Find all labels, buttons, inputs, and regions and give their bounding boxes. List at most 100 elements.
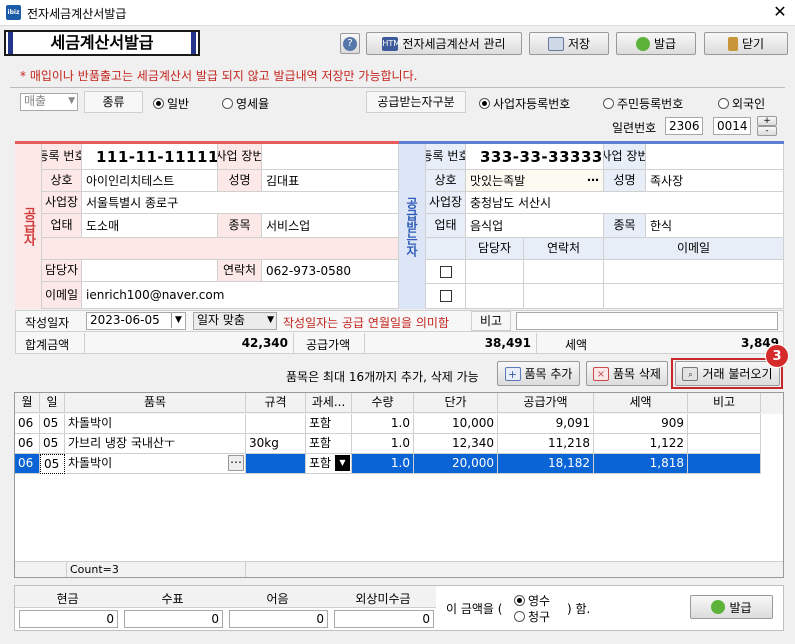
bottom-issue-button[interactable]: 발급 <box>690 595 773 619</box>
recipient-contact-2[interactable] <box>524 284 604 309</box>
write-date-value: 2023-06-05 <box>90 313 160 327</box>
serial-spin-up[interactable]: + <box>757 116 777 126</box>
recipient-radio-resident[interactable]: 주민등록번호 <box>603 95 683 112</box>
recipient-contact-1[interactable] <box>524 260 604 284</box>
cell-tax-type[interactable]: 포함 <box>306 414 352 434</box>
recipient-contact-row[interactable] <box>426 260 466 284</box>
write-date-label: 작성일자 <box>25 316 70 330</box>
chevron-down-icon[interactable]: ▼ <box>335 455 350 471</box>
serial-spin-down[interactable]: - <box>757 126 777 136</box>
cell-qty[interactable]: 1.0 <box>352 414 414 434</box>
tax-amount: 3,849 <box>741 336 779 350</box>
cell-memo[interactable] <box>688 414 761 434</box>
chevron-down-icon: ▼ <box>68 96 75 106</box>
col-tax[interactable]: 세액 <box>594 393 688 413</box>
check-input[interactable]: 0 <box>124 610 223 628</box>
recipient-manager-2[interactable] <box>466 284 524 309</box>
receipt-radio[interactable]: 영수 <box>514 592 550 609</box>
lookup-ellipsis-icon[interactable]: ⋯ <box>228 455 244 471</box>
cell-tax-type[interactable]: 포함 <box>306 434 352 454</box>
cell-unit-price[interactable]: 12,340 <box>414 434 498 454</box>
lookup-ellipsis-icon[interactable]: ⋯ <box>587 173 599 187</box>
col-memo[interactable]: 비고 <box>688 393 761 413</box>
col-month[interactable]: 월 <box>15 393 40 413</box>
delete-item-button[interactable]: × 품목 삭제 <box>586 361 668 386</box>
cell-tax[interactable]: 909 <box>594 414 688 434</box>
window-title-bar: ibiz 전자세금계산서발급 ✕ <box>0 0 795 26</box>
cell-month[interactable]: 06 <box>15 414 40 434</box>
recipient-manager-1[interactable] <box>466 260 524 284</box>
sale-type-select[interactable]: 매출 ▼ <box>20 93 78 111</box>
cell-day[interactable]: 05 <box>40 454 65 474</box>
recipient-email-2[interactable] <box>604 284 784 309</box>
cell-tax-type: 포함 <box>309 456 332 470</box>
row-count: Count=3 <box>66 562 246 577</box>
checkbox-icon[interactable] <box>439 265 452 278</box>
recipient-email-1[interactable] <box>604 260 784 284</box>
note-input[interactable]: 0 <box>229 610 328 628</box>
issue-button[interactable]: 발급 <box>616 32 696 55</box>
type-radio-general[interactable]: 일반 <box>153 95 189 112</box>
help-button[interactable]: ? <box>340 33 360 54</box>
supplier-business: 도소매 <box>82 214 218 238</box>
cell-tax[interactable]: 1,818 <box>594 454 688 474</box>
col-spec[interactable]: 규격 <box>246 393 306 413</box>
supplier-manager[interactable] <box>82 260 218 282</box>
cell-tax-type-select[interactable]: 포함 ▼ <box>306 454 352 474</box>
amount-prefix: 이 금액을 ( <box>446 602 503 616</box>
search-document-icon: ⌕ <box>682 366 699 381</box>
cell-unit-price[interactable]: 20,000 <box>414 454 498 474</box>
close-button[interactable]: 닫기 <box>704 32 788 55</box>
col-tax-type[interactable]: 과세... <box>306 393 352 413</box>
save-button[interactable]: 저장 <box>529 32 609 55</box>
cell-day[interactable]: 05 <box>40 414 65 434</box>
table-row-selected[interactable]: 06 05 차돌박이 ⋯ 포함 ▼ 1.0 20,000 18,182 1,81… <box>15 454 761 474</box>
memo-input[interactable] <box>516 312 778 330</box>
col-supply[interactable]: 공급가액 <box>498 393 594 413</box>
col-day[interactable]: 일 <box>40 393 65 413</box>
col-item[interactable]: 품목 <box>65 393 246 413</box>
cell-qty[interactable]: 1.0 <box>352 434 414 454</box>
cell-tax[interactable]: 1,122 <box>594 434 688 454</box>
supplier-branch-value[interactable] <box>262 144 399 170</box>
type-radio-zero-rate[interactable]: 영세율 <box>222 95 269 112</box>
recipient-branch-value[interactable] <box>646 144 784 170</box>
cell-item[interactable]: 차돌박이 <box>65 414 246 434</box>
cell-memo[interactable] <box>688 454 761 474</box>
serial-input-b[interactable]: 0014 <box>713 117 751 135</box>
recipient-manager-label: 담당자 <box>466 238 524 260</box>
date-match-select[interactable]: 일자 맞춤 ▼ <box>193 312 277 330</box>
window-close-button[interactable]: ✕ <box>768 1 792 23</box>
recipient-contact-row[interactable] <box>426 284 466 309</box>
cell-item-editor[interactable]: 차돌박이 ⋯ <box>65 454 246 474</box>
receivable-input[interactable]: 0 <box>334 610 434 628</box>
checkbox-icon[interactable] <box>439 290 452 302</box>
cell-item[interactable]: 가브리 냉장 국내산ㅜ <box>65 434 246 454</box>
load-transaction-button[interactable]: ⌕ 거래 불러오기 <box>675 361 780 386</box>
col-unit-price[interactable]: 단가 <box>414 393 498 413</box>
write-date-picker[interactable]: 2023-06-05 ▼ <box>86 312 186 330</box>
table-row[interactable]: 06 05 차돌박이 포함 1.0 10,000 9,091 909 <box>15 414 783 434</box>
recipient-radio-business[interactable]: 사업자등록번호 <box>479 95 570 112</box>
cell-memo[interactable] <box>688 434 761 454</box>
e-tax-manage-button[interactable]: HTML 전자세금계산서 관리 <box>366 32 522 55</box>
recipient-company-field[interactable]: 맛있는족발 ⋯ <box>466 170 604 192</box>
cell-unit-price[interactable]: 10,000 <box>414 414 498 434</box>
cell-month[interactable]: 06 <box>15 454 40 474</box>
add-item-button[interactable]: + 품목 추가 <box>497 361 580 386</box>
cell-month[interactable]: 06 <box>15 434 40 454</box>
col-qty[interactable]: 수량 <box>352 393 414 413</box>
claim-radio[interactable]: 청구 <box>514 608 550 625</box>
table-row[interactable]: 06 05 가브리 냉장 국내산ㅜ 30kg 포함 1.0 12,340 11,… <box>15 434 783 454</box>
cell-spec[interactable] <box>246 414 306 434</box>
cell-spec[interactable]: 30kg <box>246 434 306 454</box>
cell-supply[interactable]: 11,218 <box>498 434 594 454</box>
cell-day[interactable]: 05 <box>40 434 65 454</box>
cell-spec[interactable] <box>246 454 306 474</box>
cell-qty[interactable]: 1.0 <box>352 454 414 474</box>
recipient-radio-foreigner[interactable]: 외국인 <box>718 95 765 112</box>
cell-supply[interactable]: 18,182 <box>498 454 594 474</box>
cash-input[interactable]: 0 <box>19 610 118 628</box>
serial-input-a[interactable]: 2306 <box>665 117 703 135</box>
cell-supply[interactable]: 9,091 <box>498 414 594 434</box>
